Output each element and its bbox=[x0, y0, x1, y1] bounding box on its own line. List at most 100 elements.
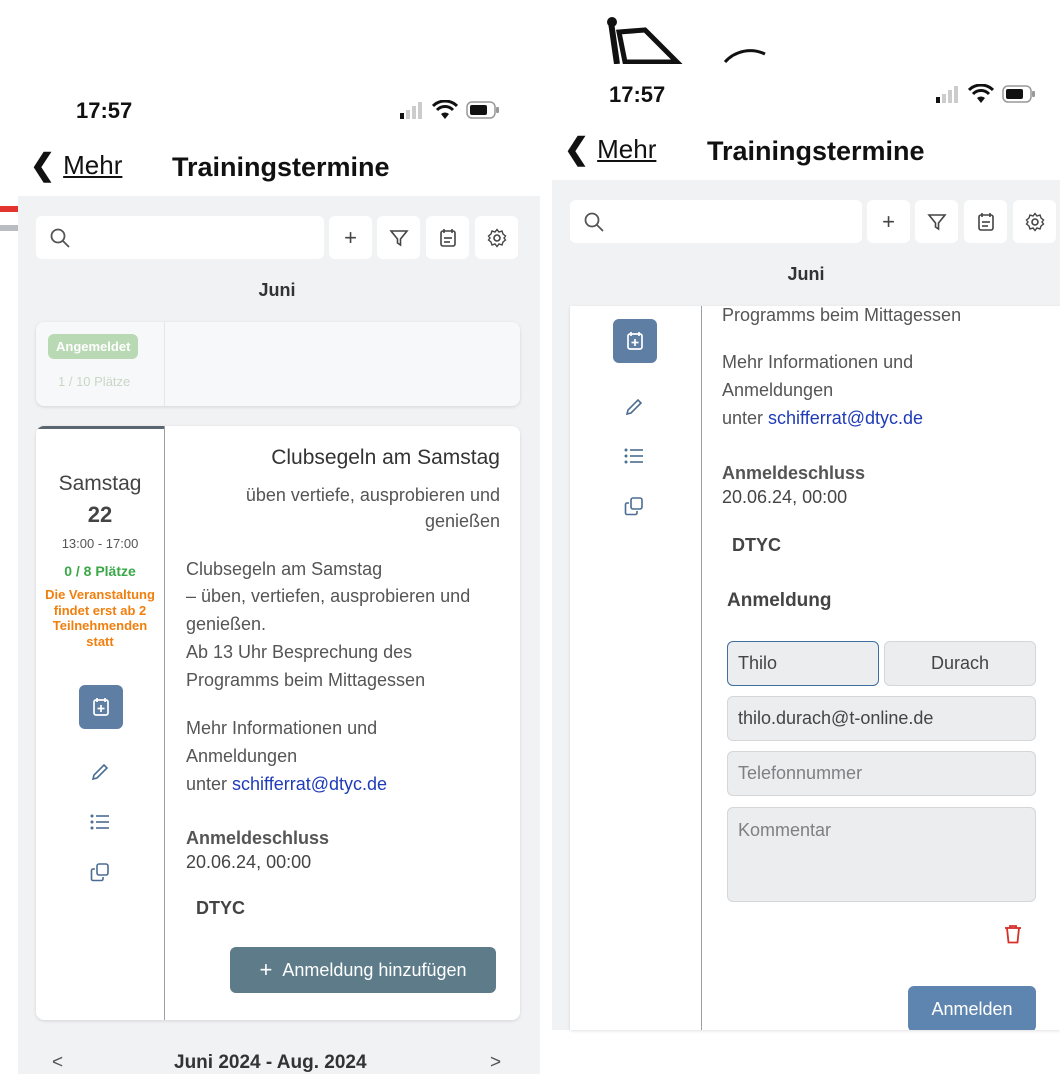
back-button[interactable]: ❮ Mehr bbox=[564, 132, 656, 167]
contact-prefix: unter bbox=[186, 774, 233, 794]
desc-line: Clubsegeln am Samstag bbox=[186, 559, 383, 579]
status-icons bbox=[400, 100, 500, 120]
event-card[interactable]: Samstag 22 13:00 - 17:00 0 / 8 Plätze Di… bbox=[36, 426, 520, 1020]
deadline-value: 20.06.24, 00:00 bbox=[186, 852, 312, 872]
search-input[interactable] bbox=[36, 216, 324, 259]
min-participants-notice: Die Veranstaltung findet erst ab 2 Teiln… bbox=[45, 587, 155, 649]
event-time: 13:00 - 17:00 bbox=[61, 536, 139, 551]
wifi-icon bbox=[432, 100, 458, 119]
plus-icon: + bbox=[344, 224, 357, 250]
calendar-plus-icon bbox=[627, 332, 643, 350]
plus-icon: + bbox=[882, 208, 895, 234]
delete-button[interactable] bbox=[1002, 922, 1024, 946]
registration-heading: Anmeldung bbox=[727, 590, 832, 611]
page-title: Trainingstermine bbox=[707, 136, 925, 166]
cellular-signal-icon bbox=[936, 86, 958, 103]
battery-icon bbox=[466, 101, 499, 119]
plus-icon: + bbox=[259, 957, 273, 982]
gear-icon bbox=[487, 227, 506, 248]
calendar-icon bbox=[977, 212, 994, 231]
accent-bar-grey bbox=[0, 225, 18, 231]
chevron-left-icon: ❮ bbox=[564, 133, 590, 166]
back-button[interactable]: ❮ Mehr bbox=[30, 148, 122, 183]
pencil-icon bbox=[91, 763, 109, 781]
event-card[interactable]: Programms beim Mittagessen Mehr Informat… bbox=[570, 306, 1060, 1030]
settings-button[interactable] bbox=[475, 216, 518, 259]
filter-button[interactable] bbox=[377, 216, 420, 259]
info-line: Anmeldungen bbox=[722, 380, 834, 400]
email-link[interactable]: schifferrat@dtyc.de bbox=[768, 408, 923, 428]
period-range: Juni 2024 - Aug. 2024 bbox=[174, 1052, 367, 1073]
contact-prefix: unter bbox=[722, 408, 769, 428]
card-top-accent bbox=[36, 426, 164, 429]
page-title: Trainingstermine bbox=[172, 152, 390, 182]
search-icon bbox=[50, 228, 70, 248]
filter-button[interactable] bbox=[915, 200, 958, 243]
add-button[interactable]: + bbox=[867, 200, 910, 243]
filter-icon bbox=[388, 229, 409, 246]
calendar-button[interactable] bbox=[964, 200, 1007, 243]
register-button[interactable] bbox=[79, 685, 123, 729]
copy-icon bbox=[624, 497, 643, 516]
deadline-value: 20.06.24, 00:00 bbox=[722, 487, 848, 507]
add-registration-button[interactable]: + Anmeldung hinzufügen bbox=[230, 947, 496, 993]
accent-bar bbox=[0, 206, 18, 212]
deadline-label: Anmeldeschluss bbox=[722, 463, 866, 483]
list-icon bbox=[90, 814, 109, 830]
add-button[interactable]: + bbox=[329, 216, 372, 259]
prev-period-button[interactable]: < bbox=[52, 1052, 63, 1074]
first-name-field[interactable]: Thilo bbox=[727, 641, 879, 686]
phone-field[interactable]: Telefonnummer bbox=[727, 751, 1036, 796]
register-button[interactable] bbox=[613, 319, 657, 363]
places-count: 0 / 8 Plätze bbox=[64, 563, 136, 579]
event-day: 22 bbox=[87, 502, 113, 527]
add-registration-label: Anmeldung hinzufügen bbox=[282, 959, 467, 980]
list-button[interactable] bbox=[622, 444, 646, 468]
event-title: Clubsegeln am Samstag bbox=[271, 446, 500, 469]
back-label: Mehr bbox=[63, 150, 123, 180]
chevron-left-icon: ❮ bbox=[30, 149, 56, 182]
desc-line: Programms beim Mittagessen bbox=[186, 670, 426, 690]
contact-line: unter schifferrat@dtyc.de bbox=[722, 405, 923, 432]
status-time: 17:57 bbox=[76, 98, 133, 123]
cellular-signal-icon bbox=[400, 102, 422, 119]
trash-icon bbox=[1005, 925, 1021, 944]
event-card-previous[interactable]: Angemeldet 1 / 10 Plätze bbox=[36, 322, 520, 406]
pencil-icon bbox=[625, 398, 643, 416]
search-icon bbox=[584, 212, 604, 232]
event-subtitle: üben vertiefe, ausprobieren und genießen bbox=[245, 485, 500, 531]
month-header: Juni bbox=[787, 264, 825, 284]
list-icon bbox=[624, 448, 643, 464]
organizer: DTYC bbox=[732, 535, 781, 555]
submit-registration-button[interactable]: Anmelden bbox=[908, 986, 1036, 1030]
left-screen: 17:57 ❮ Mehr Trainingstermine + Juni Ang… bbox=[0, 0, 540, 1074]
settings-button[interactable] bbox=[1013, 200, 1056, 243]
month-header: Juni bbox=[258, 280, 296, 300]
info-line: Mehr Informationen und bbox=[186, 718, 378, 738]
card-divider bbox=[701, 306, 702, 1030]
card-divider bbox=[164, 322, 165, 406]
battery-icon bbox=[1002, 85, 1035, 103]
edit-button[interactable] bbox=[622, 395, 646, 419]
edit-button[interactable] bbox=[88, 760, 112, 784]
copy-button[interactable] bbox=[88, 860, 112, 884]
info-line: Mehr Informationen und bbox=[722, 352, 914, 372]
status-time: 17:57 bbox=[609, 82, 666, 107]
deadline-label: Anmeldeschluss bbox=[186, 828, 330, 848]
gear-icon bbox=[1025, 211, 1044, 232]
desc-line: genießen. bbox=[186, 614, 267, 634]
calendar-button[interactable] bbox=[426, 216, 469, 259]
email-link[interactable]: schifferrat@dtyc.de bbox=[232, 774, 387, 794]
copy-button[interactable] bbox=[622, 494, 646, 518]
back-label: Mehr bbox=[597, 134, 657, 164]
email-field[interactable]: thilo.durach@t-online.de bbox=[727, 696, 1036, 741]
search-input[interactable] bbox=[570, 200, 862, 243]
status-badge: Angemeldet bbox=[48, 334, 139, 359]
right-screen: 17:57 ❮ Mehr Trainingstermine + Juni Pro… bbox=[552, 0, 1060, 1074]
last-name-field[interactable]: Durach bbox=[884, 641, 1036, 686]
next-period-button[interactable]: > bbox=[490, 1052, 501, 1074]
comment-field[interactable]: Kommentar bbox=[727, 807, 1036, 902]
list-button[interactable] bbox=[88, 810, 112, 834]
calendar-plus-icon bbox=[93, 698, 109, 716]
status-icons bbox=[936, 84, 1036, 104]
